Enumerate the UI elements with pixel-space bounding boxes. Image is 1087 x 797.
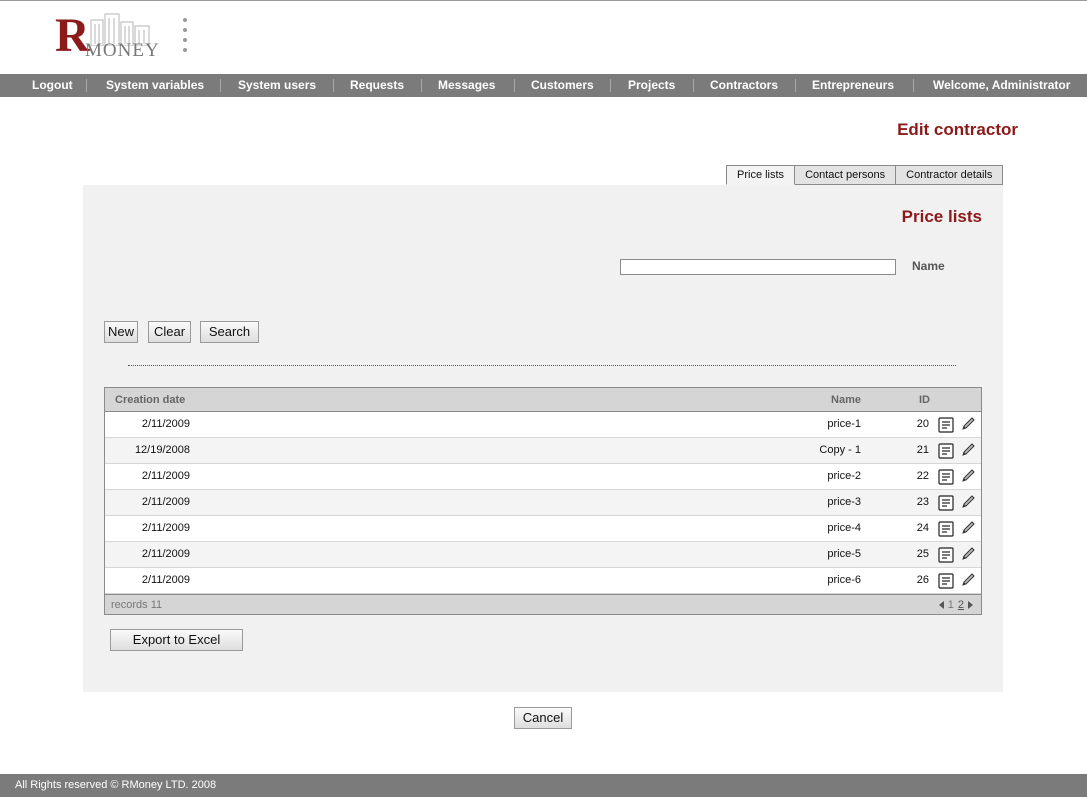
nav-separator — [514, 79, 515, 92]
edit-pencil-icon[interactable] — [960, 494, 976, 510]
edit-pencil-icon[interactable] — [960, 416, 976, 432]
view-details-icon[interactable] — [938, 443, 954, 459]
tab-bar: Price lists Contact persons Contractor d… — [726, 165, 1004, 185]
cell-name: price-5 — [827, 548, 861, 560]
page-link-2[interactable]: 2 — [958, 599, 964, 611]
rmoney-logo[interactable]: R MONEY — [55, 10, 165, 62]
search-button[interactable]: Search — [200, 321, 259, 343]
cell-id: 21 — [916, 444, 929, 456]
cell-id: 22 — [916, 470, 929, 482]
tab-contact-persons[interactable]: Contact persons — [795, 165, 897, 185]
table-body: 2/11/2009 price-1 20 12/19/2008 Copy - 1 21 2/… — [105, 412, 981, 594]
page-title: Edit contractor — [897, 120, 1018, 139]
pager: 1 2 — [938, 595, 973, 615]
nav-requests[interactable]: Requests — [350, 74, 404, 97]
cell-name: price-1 — [827, 418, 861, 430]
nav-system-users[interactable]: System users — [238, 74, 316, 97]
main-navbar: Logout System variables System users Req… — [0, 74, 1087, 97]
cell-id: 24 — [916, 522, 929, 534]
edit-pencil-icon[interactable] — [960, 546, 976, 562]
table-row[interactable]: 2/11/2009 price-3 23 — [105, 490, 981, 516]
nav-separator — [86, 79, 87, 92]
edit-pencil-icon[interactable] — [960, 572, 976, 588]
next-page-icon[interactable] — [968, 601, 973, 609]
nav-system-variables[interactable]: System variables — [106, 74, 204, 97]
table-row[interactable]: 2/11/2009 price-2 22 — [105, 464, 981, 490]
edit-pencil-icon[interactable] — [960, 468, 976, 484]
name-search-input[interactable] — [620, 259, 896, 275]
cell-creation-date: 12/19/2008 — [134, 444, 190, 456]
view-details-icon[interactable] — [938, 417, 954, 433]
cell-id: 25 — [916, 548, 929, 560]
cancel-button[interactable]: Cancel — [514, 707, 572, 729]
panel-title: Price lists — [901, 207, 982, 226]
table-row[interactable]: 2/11/2009 price-4 24 — [105, 516, 981, 542]
edit-pencil-icon[interactable] — [960, 520, 976, 536]
dotted-divider — [128, 365, 956, 366]
prev-page-icon[interactable] — [938, 601, 944, 609]
cell-creation-date: 2/11/2009 — [141, 418, 190, 430]
nav-projects[interactable]: Projects — [628, 74, 675, 97]
nav-separator — [795, 79, 796, 92]
nav-entrepreneurs[interactable]: Entrepreneurs — [812, 74, 894, 97]
nav-separator — [693, 79, 694, 92]
header-id[interactable]: ID — [919, 388, 930, 412]
table-row[interactable]: 2/11/2009 price-1 20 — [105, 412, 981, 438]
logo-dots-decoration — [183, 18, 189, 58]
copyright-text: All Rights reserved © RMoney LTD. 2008 — [15, 779, 217, 791]
table-footer: records 11 1 2 — [105, 594, 981, 614]
view-details-icon[interactable] — [938, 547, 954, 563]
page-footer: All Rights reserved © RMoney LTD. 2008 — [0, 774, 1087, 797]
tab-price-lists[interactable]: Price lists — [726, 165, 796, 185]
header-creation-date[interactable]: Creation date — [115, 388, 185, 412]
page-current: 1 — [947, 599, 954, 611]
top-border — [0, 0, 1087, 1]
nav-logout[interactable]: Logout — [32, 74, 73, 97]
view-details-icon[interactable] — [938, 573, 954, 589]
name-label: Name — [912, 259, 945, 273]
nav-separator — [913, 79, 914, 92]
table-row[interactable]: 2/11/2009 price-5 25 — [105, 542, 981, 568]
tab-contractor-details[interactable]: Contractor details — [896, 165, 1004, 185]
clear-button[interactable]: Clear — [148, 321, 191, 343]
price-lists-table: Creation date Name ID 2/11/2009 price-1 20… — [104, 387, 982, 615]
cell-creation-date: 2/11/2009 — [141, 574, 190, 586]
table-row[interactable]: 12/19/2008 Copy - 1 21 — [105, 438, 981, 464]
nav-messages[interactable]: Messages — [438, 74, 495, 97]
nav-separator — [421, 79, 422, 92]
cell-id: 26 — [916, 574, 929, 586]
view-details-icon[interactable] — [938, 495, 954, 511]
table-row[interactable]: 2/11/2009 price-6 26 — [105, 568, 981, 594]
records-count: records 11 — [111, 599, 163, 611]
view-details-icon[interactable] — [938, 521, 954, 537]
cell-creation-date: 2/11/2009 — [141, 522, 190, 534]
cell-name: price-6 — [827, 574, 861, 586]
nav-contractors[interactable]: Contractors — [710, 74, 778, 97]
price-lists-panel: Price lists Name New Clear Search Creati… — [83, 185, 1003, 692]
export-to-excel-button[interactable]: Export to Excel — [110, 629, 243, 651]
cell-creation-date: 2/11/2009 — [141, 470, 190, 482]
view-details-icon[interactable] — [938, 469, 954, 485]
cell-name: price-4 — [827, 522, 861, 534]
edit-pencil-icon[interactable] — [960, 442, 976, 458]
logo-word: MONEY — [85, 40, 160, 61]
new-button[interactable]: New — [104, 321, 138, 343]
cell-name: Copy - 1 — [819, 444, 861, 456]
cell-creation-date: 2/11/2009 — [141, 548, 190, 560]
nav-separator — [333, 79, 334, 92]
cell-creation-date: 2/11/2009 — [141, 496, 190, 508]
nav-separator — [610, 79, 611, 92]
header-name[interactable]: Name — [831, 388, 861, 412]
cell-name: price-3 — [827, 496, 861, 508]
nav-separator — [220, 79, 221, 92]
table-header: Creation date Name ID — [105, 388, 981, 412]
nav-customers[interactable]: Customers — [531, 74, 594, 97]
welcome-text: Welcome, Administrator — [933, 78, 1071, 92]
cell-id: 20 — [916, 418, 929, 430]
cell-name: price-2 — [827, 470, 861, 482]
cell-id: 23 — [916, 496, 929, 508]
